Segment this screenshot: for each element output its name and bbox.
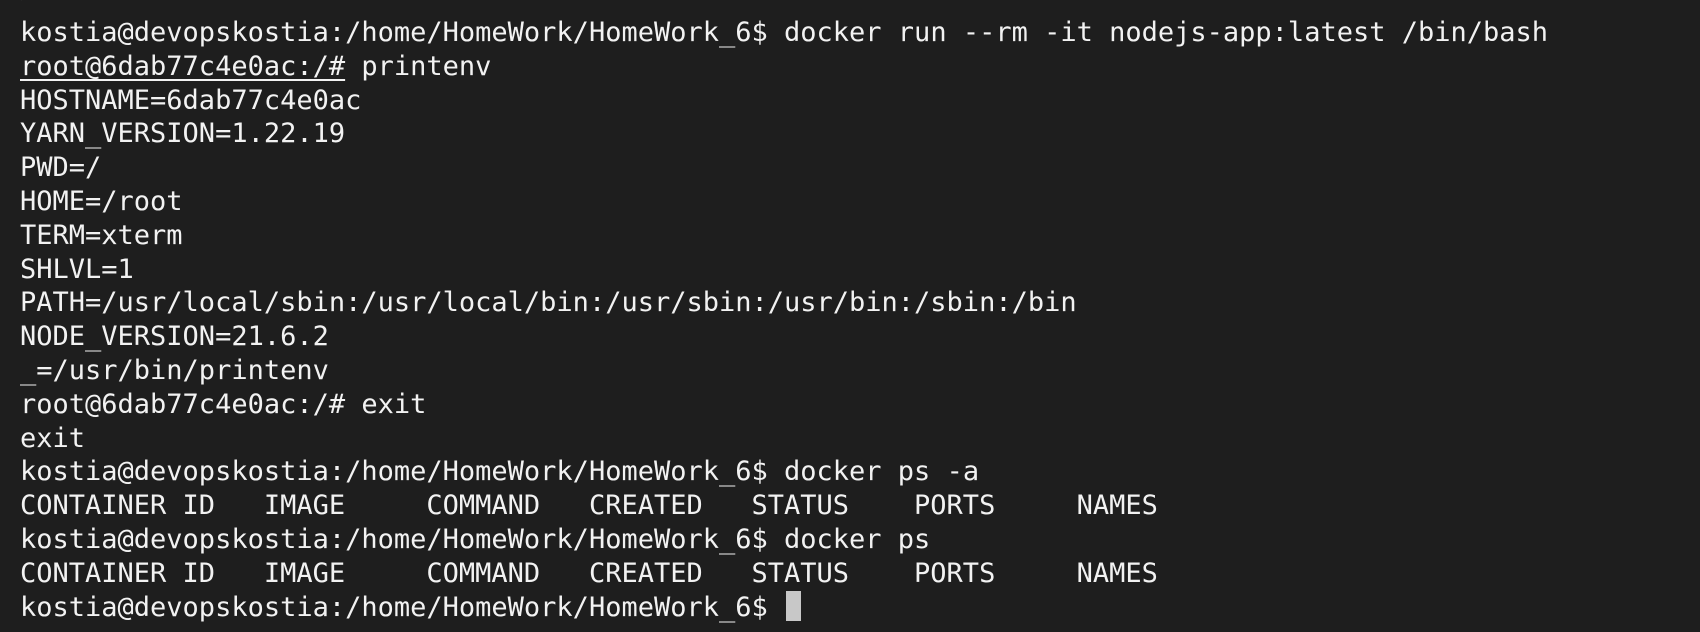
prompt-line: kostia@devopskostia:/home/HomeWork/HomeW…	[20, 523, 1700, 557]
output-line: PATH=/usr/local/sbin:/usr/local/bin:/usr…	[20, 287, 1077, 319]
text-cursor	[786, 591, 802, 622]
output-line: YARN_VERSION=1.22.19	[20, 118, 346, 150]
command-text: docker ps	[784, 523, 931, 555]
shell-prompt: kostia@devopskostia:/home/HomeWork/HomeW…	[20, 17, 768, 48]
terminal-output: kostia@devopskostia:/home/HomeWork/HomeW…	[20, 16, 1700, 624]
command-text: exit	[361, 388, 427, 420]
shell-prompt: root@6dab77c4e0ac:/#	[20, 388, 346, 420]
terminal-window[interactable]: > kostia@devopskostia:/home/HomeWork/Hom…	[0, 0, 1700, 632]
shell-prompt: kostia@devopskostia:/home/HomeWork/HomeW…	[20, 591, 768, 623]
active-prompt-line[interactable]: kostia@devopskostia:/home/HomeWork/HomeW…	[20, 591, 1700, 625]
shell-prompt: kostia@devopskostia:/home/HomeWork/HomeW…	[20, 456, 768, 488]
output-line: TERM=xterm	[20, 219, 183, 251]
prompt-line: kostia@devopskostia:/home/HomeWork/HomeW…	[20, 16, 1700, 50]
output-line: PWD=/	[20, 152, 102, 184]
output-line: HOME=/root	[20, 185, 183, 217]
table-header-line: CONTAINER ID IMAGE COMMAND CREATED STATU…	[20, 490, 1158, 522]
output-line: NODE_VERSION=21.6.2	[20, 321, 329, 353]
command-text: printenv	[361, 50, 492, 82]
command-text: docker run --rm -it nodejs-app:latest /b…	[784, 17, 1549, 48]
prompt-line: root@6dab77c4e0ac:/# exit	[20, 388, 1700, 422]
table-header-line: CONTAINER ID IMAGE COMMAND CREATED STATU…	[20, 557, 1158, 589]
output-line: HOSTNAME=6dab77c4e0ac	[20, 84, 362, 116]
output-line: _=/usr/bin/printenv	[20, 354, 329, 386]
command-text: docker ps -a	[784, 456, 980, 488]
prompt-line: kostia@devopskostia:/home/HomeWork/HomeW…	[20, 455, 1700, 489]
prompt-line: root@6dab77c4e0ac:/# printenv	[20, 50, 1700, 84]
output-line: SHLVL=1	[20, 253, 134, 285]
partial-top-line: >	[20, 0, 36, 9]
shell-prompt: root@6dab77c4e0ac:/#	[20, 50, 346, 82]
output-line: exit	[20, 422, 86, 454]
shell-prompt: kostia@devopskostia:/home/HomeWork/HomeW…	[20, 523, 768, 555]
